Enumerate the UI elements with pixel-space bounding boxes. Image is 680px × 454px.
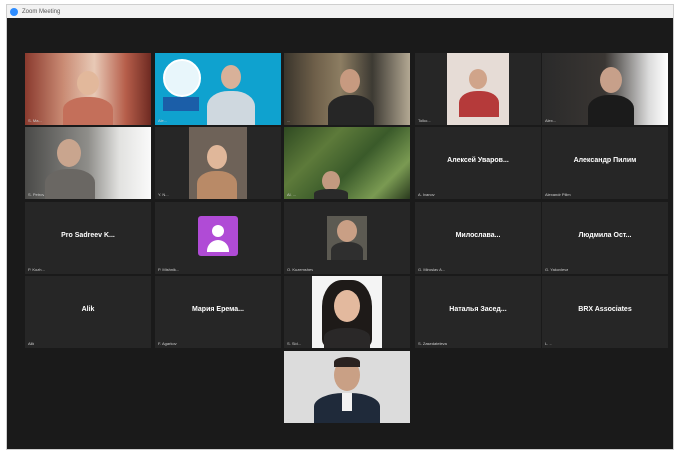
participant-name: S. Ma... [28, 118, 42, 123]
participant-tile-active-speaker[interactable]: ... [284, 53, 410, 125]
participant-name: Tolko... [418, 118, 431, 123]
participant-name: Alex... [545, 118, 557, 123]
zoom-app-icon [10, 7, 18, 16]
participant-name: Y. N... [158, 192, 169, 197]
participant-display-name: Алексей Уваров... [447, 157, 509, 164]
window-title: Zoom Meeting [22, 8, 61, 15]
participant-display-name: Мария Ерема... [192, 306, 244, 313]
participant-name: S. Petrov [28, 192, 45, 197]
participant-name: L. .. [545, 341, 552, 346]
participant-name: G. Miroslav A... [418, 267, 446, 272]
participant-name: S. Zasedateleva [418, 341, 447, 346]
participant-tile[interactable]: Александр Пилим Alexandr Pilim [542, 127, 668, 199]
participant-tile[interactable]: Людмила Ост... G. Yakovleva [542, 202, 668, 274]
participant-tile[interactable]: Alik Alik [25, 276, 151, 348]
title-bar: Zoom Meeting [7, 5, 673, 18]
participant-tile[interactable]: Al. ... [284, 127, 410, 199]
participant-tile[interactable]: Наталья Засед... S. Zasedateleva [415, 276, 541, 348]
participant-name: ... [287, 416, 291, 421]
participant-tile[interactable]: O. Kuzemshev [284, 202, 410, 274]
participant-tile[interactable]: Alex... [542, 53, 668, 125]
participant-name: F. Agarkov [158, 341, 177, 346]
participant-name: Alexandr Pilim [545, 192, 571, 197]
participant-name: ... [287, 118, 291, 123]
participant-tile[interactable]: BRX Associates L. .. [542, 276, 668, 348]
gallery-view: S. Ma... Ale... ... Tolko... Alex... S. … [7, 18, 673, 449]
participant-tile[interactable]: Pro Sadreev K... P. Kozh... [25, 202, 151, 274]
participant-display-name: Наталья Засед... [449, 306, 507, 313]
participant-tile[interactable]: S. Petrov [25, 127, 151, 199]
participant-tile[interactable]: Алексей Уваров... A. Ivanov [415, 127, 541, 199]
participant-display-name: Alik [81, 306, 95, 313]
participant-tile[interactable]: ... [284, 351, 410, 423]
participant-tile[interactable]: Мария Ерема... F. Agarkov [155, 276, 281, 348]
participant-name: S. Sid... [287, 341, 302, 346]
participant-name: P. Kozh... [28, 267, 45, 272]
participant-tile[interactable]: S. Sid... [284, 276, 410, 348]
participant-tile[interactable]: Милослава... G. Miroslav A... [415, 202, 541, 274]
participant-display-name: BRX Associates [578, 306, 632, 313]
participant-name: O. Kuzemshev [287, 267, 314, 272]
participant-name: Al. ... [287, 192, 297, 197]
participant-display-name: Pro Sadreev K... [61, 232, 115, 239]
participant-display-name: Милослава... [455, 232, 501, 239]
participant-tile[interactable]: Ale... [155, 53, 281, 125]
participant-name: G. Yakovleva [545, 267, 569, 272]
participant-name: Ale... [158, 118, 168, 123]
participant-tile[interactable]: P. Mishnik... [155, 202, 281, 274]
participant-name: A. Ivanov [418, 192, 435, 197]
default-avatar-icon [198, 216, 238, 256]
participant-tile[interactable]: Y. N... [155, 127, 281, 199]
participant-display-name: Людмила Ост... [578, 232, 632, 239]
meeting-window: Zoom Meeting S. Ma... Ale... ... Tolko..… [6, 4, 674, 450]
participant-name: Alik [28, 341, 35, 346]
participant-display-name: Александр Пилим [573, 157, 637, 164]
participant-tile[interactable]: S. Ma... [25, 53, 151, 125]
participant-tile[interactable]: Tolko... [415, 53, 541, 125]
participant-name: P. Mishnik... [158, 267, 180, 272]
